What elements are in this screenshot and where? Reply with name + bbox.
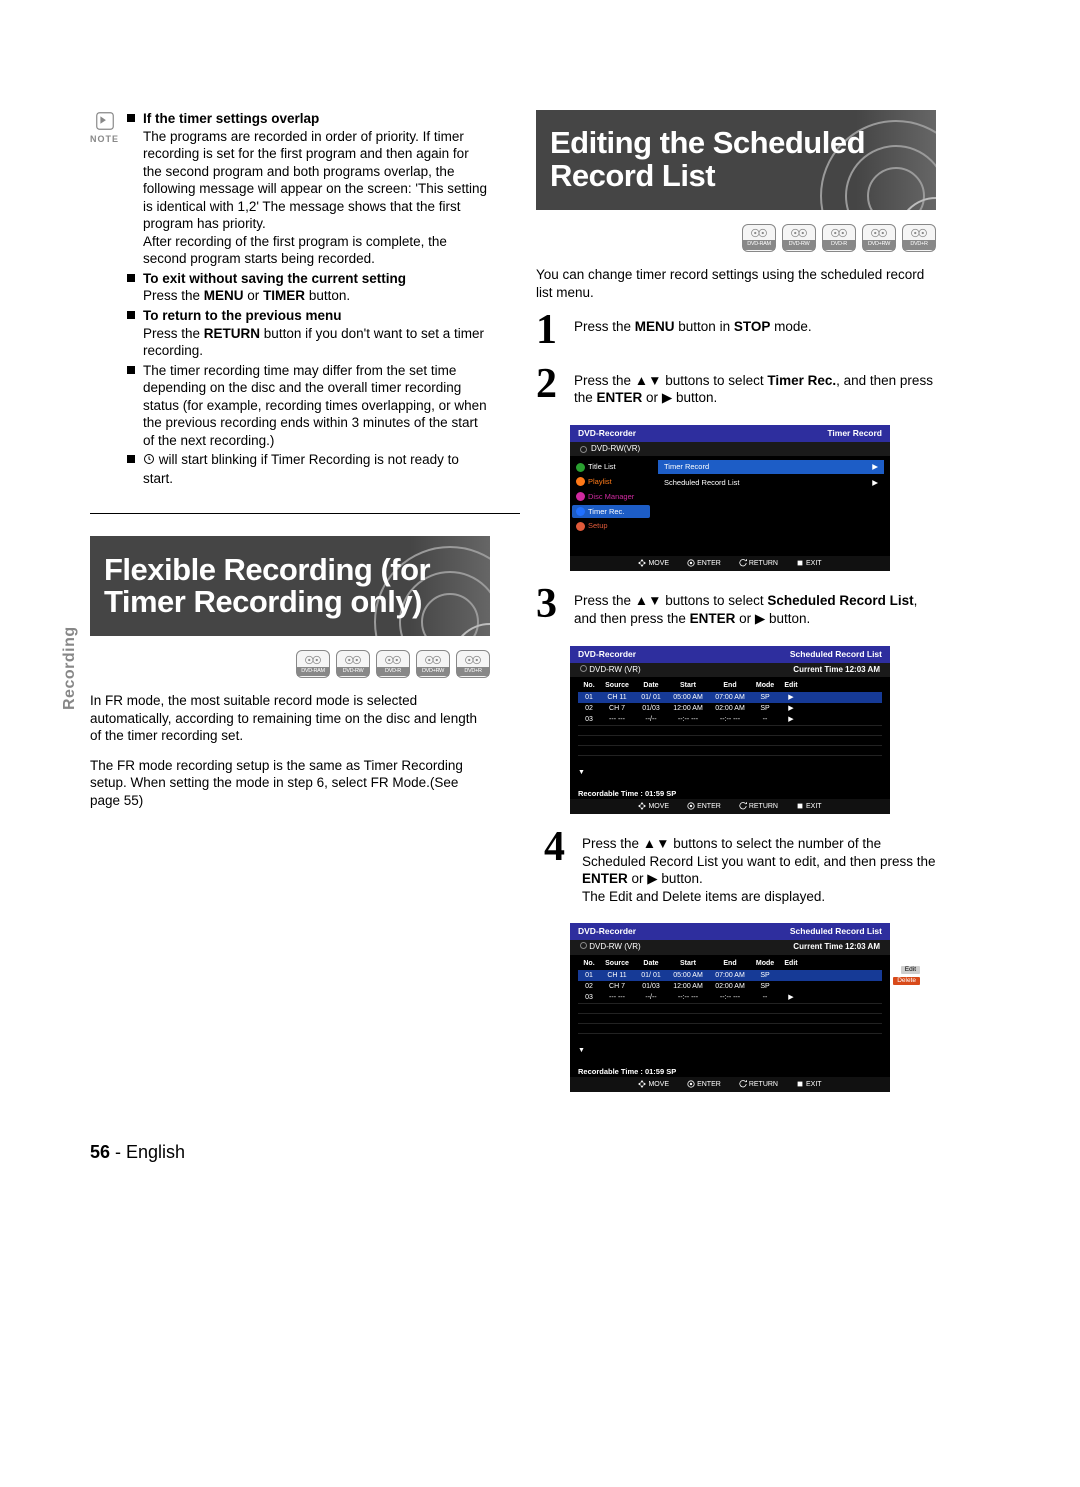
- osd1-menu-setup[interactable]: Setup: [572, 519, 650, 533]
- step-1-num: 1: [536, 313, 566, 349]
- section-side-tab: Recording: [60, 626, 81, 710]
- section-banner-editing: Editing the Scheduled Record List: [536, 110, 936, 210]
- osd1-menu: Title List Playlist Disc Manager Timer R…: [570, 456, 652, 556]
- osd1-sub: DVD-RW(VR): [570, 442, 890, 456]
- disc-row-editing: DVD-RAM DVD-RW DVD-R DVD+RW DVD+R: [536, 224, 936, 252]
- osd2-rectime: Recordable Time : 01:59 SP: [570, 785, 890, 799]
- osd-scheduled-edit: DVD-RecorderScheduled Record List DVD-RW…: [570, 923, 890, 1092]
- osd3-row-2[interactable]: 02CH 701/0312:00 AM02:00 AMSP: [578, 981, 882, 992]
- step-3: 3 Press the ▲▼ buttons to select Schedul…: [536, 587, 936, 627]
- osd1-header: DVD-RecorderTimer Record: [570, 425, 890, 442]
- disc-dvd-pr-2: DVD+R: [902, 224, 936, 252]
- section-banner-flexible: Flexible Recording (for Timer Recording …: [90, 536, 490, 636]
- disc-dvd-r-2: DVD-R: [822, 224, 856, 252]
- osd3-popup-edit[interactable]: Edit: [901, 966, 920, 974]
- osd3-header: DVD-RecorderScheduled Record List: [570, 923, 890, 940]
- disc-dvd-prw: DVD+RW: [416, 650, 450, 678]
- osd-timer-record: DVD-RecorderTimer Record DVD-RW(VR) Titl…: [570, 425, 890, 572]
- osd2-header: DVD-RecorderScheduled Record List: [570, 646, 890, 663]
- disc-dvd-rw-2: DVD-RW: [782, 224, 816, 252]
- clock-icon: [143, 452, 155, 470]
- osd3-table: No.SourceDateStartEndModeEdit 01CH 1101/…: [570, 955, 890, 1063]
- flexible-p1: In FR mode, the most suitable record mod…: [90, 692, 490, 745]
- osd1-row-timerrecord[interactable]: Timer Record▶: [658, 460, 884, 474]
- osd2-row-3[interactable]: 03--- -----/----:-- -----:-- -----▶: [578, 714, 882, 725]
- editing-title: Editing the Scheduled Record List: [550, 127, 922, 192]
- osd1-row-scheduled[interactable]: Scheduled Record List▶: [658, 476, 884, 490]
- step-2-text: Press the ▲▼ buttons to select Timer Rec…: [574, 367, 936, 407]
- step-3-text: Press the ▲▼ buttons to select Scheduled…: [574, 587, 936, 627]
- disc-dvd-pr: DVD+R: [456, 650, 490, 678]
- step-4-num: 4: [544, 830, 574, 866]
- divider: [90, 513, 520, 514]
- osd1-menu-timerrec[interactable]: Timer Rec.: [572, 505, 650, 519]
- osd1-footer: MOVE ENTER RETURN EXIT: [570, 556, 890, 571]
- step-3-num: 3: [536, 587, 566, 623]
- page-number: 56: [90, 1142, 110, 1162]
- step-2: 2 Press the ▲▼ buttons to select Timer R…: [536, 367, 936, 407]
- step-1: 1 Press the MENU button in STOP mode.: [536, 313, 936, 349]
- step-2-num: 2: [536, 367, 566, 403]
- disc-dvd-ram-2: DVD-RAM: [742, 224, 776, 252]
- osd3-rectime: Recordable Time : 01:59 SP: [570, 1063, 890, 1077]
- step-4-text: Press the ▲▼ buttons to select the numbe…: [582, 830, 936, 905]
- disc-icon: [580, 665, 587, 672]
- page-footer: 56 - English: [90, 1141, 185, 1164]
- disc-dvd-rw: DVD-RW: [336, 650, 370, 678]
- disc-dvd-ram: DVD-RAM: [296, 650, 330, 678]
- osd3-row-1[interactable]: 01CH 1101/ 0105:00 AM07:00 AMSP: [578, 970, 882, 981]
- osd1-menu-titlelist[interactable]: Title List: [572, 460, 650, 474]
- disc-icon: [580, 446, 587, 453]
- note-icon: NOTE: [90, 110, 119, 146]
- osd2-table: No.SourceDateStartEndModeEdit 01CH 1101/…: [570, 677, 890, 785]
- osd2-sub: DVD-RW (VR)Current Time 12:03 AM: [570, 663, 890, 677]
- note-list: If the timer settings overlapThe program…: [127, 110, 490, 489]
- osd3-row-3[interactable]: 03--- -----/----:-- -----:-- -----▶: [578, 992, 882, 1003]
- osd2-footer: MOVE ENTER RETURN EXIT: [570, 799, 890, 814]
- editing-intro: You can change timer record settings usi…: [536, 266, 936, 301]
- step-1-text: Press the MENU button in STOP mode.: [574, 313, 812, 336]
- osd2-row-1[interactable]: 01CH 1101/ 0105:00 AM07:00 AMSP▶: [578, 692, 882, 703]
- page: Recording NOTE If the timer settings ove…: [90, 110, 990, 1108]
- osd1-menu-playlist[interactable]: Playlist: [572, 475, 650, 489]
- note-label: NOTE: [90, 134, 119, 146]
- disc-dvd-prw-2: DVD+RW: [862, 224, 896, 252]
- step-4: 4 Press the ▲▼ buttons to select the num…: [536, 830, 936, 905]
- right-column: Editing the Scheduled Record List DVD-RA…: [536, 110, 936, 1108]
- osd1-menu-discmgr[interactable]: Disc Manager: [572, 490, 650, 504]
- disc-row-flexible: DVD-RAM DVD-RW DVD-R DVD+RW DVD+R: [90, 650, 490, 678]
- flexible-p2: The FR mode recording setup is the same …: [90, 757, 490, 810]
- page-lang: English: [126, 1142, 185, 1162]
- osd3-popup-delete[interactable]: Delete: [893, 977, 920, 985]
- osd3-footer: MOVE ENTER RETURN EXIT: [570, 1077, 890, 1092]
- flexible-title: Flexible Recording (for Timer Recording …: [104, 554, 476, 619]
- disc-icon: [580, 942, 587, 949]
- osd-scheduled-list: DVD-RecorderScheduled Record List DVD-RW…: [570, 646, 890, 815]
- note-block: NOTE If the timer settings overlapThe pr…: [90, 110, 490, 489]
- osd2-row-2[interactable]: 02CH 701/0312:00 AM02:00 AMSP▶: [578, 703, 882, 714]
- osd3-sub: DVD-RW (VR)Current Time 12:03 AM: [570, 940, 890, 954]
- osd1-content: Timer Record▶ Scheduled Record List▶: [652, 456, 890, 556]
- disc-dvd-r: DVD-R: [376, 650, 410, 678]
- left-column: NOTE If the timer settings overlapThe pr…: [90, 110, 490, 1108]
